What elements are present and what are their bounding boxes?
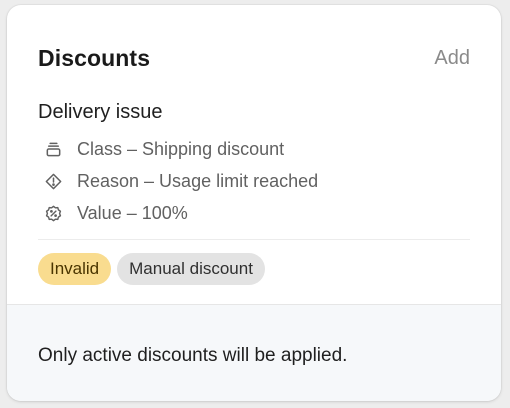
type-badge-manual-discount: Manual discount (117, 253, 265, 285)
discounts-card: Discounts Add Delivery issue Class – Shi… (7, 5, 501, 401)
discount-name: Delivery issue (38, 101, 163, 123)
footer-note: Only active discounts will be applied. (38, 345, 348, 366)
discount-class-row: Class – Shipping discount (38, 139, 284, 160)
card-header: Discounts Add (38, 45, 470, 72)
discount-reason-text: Reason – Usage limit reached (77, 171, 319, 191)
add-discount-link[interactable]: Add (434, 47, 470, 70)
card-footer: Only active discounts will be applied. (7, 304, 501, 401)
discount-value-row: Value – 100% (38, 203, 188, 224)
discount-reason-row: Reason – Usage limit reached (38, 171, 318, 192)
stack-icon (43, 140, 63, 160)
alert-diamond-icon (43, 172, 63, 192)
discount-value-text: Value – 100% (77, 203, 188, 223)
discount-class-text: Class – Shipping discount (77, 139, 285, 159)
card-title: Discounts (38, 45, 151, 71)
discount-badge-icon (43, 204, 63, 224)
status-badge-invalid: Invalid (38, 253, 112, 285)
discount-badges: Invalid Manual discount (38, 253, 265, 285)
discounts-card-body: Discounts Add Delivery issue Class – Shi… (7, 5, 501, 304)
divider (38, 239, 470, 240)
